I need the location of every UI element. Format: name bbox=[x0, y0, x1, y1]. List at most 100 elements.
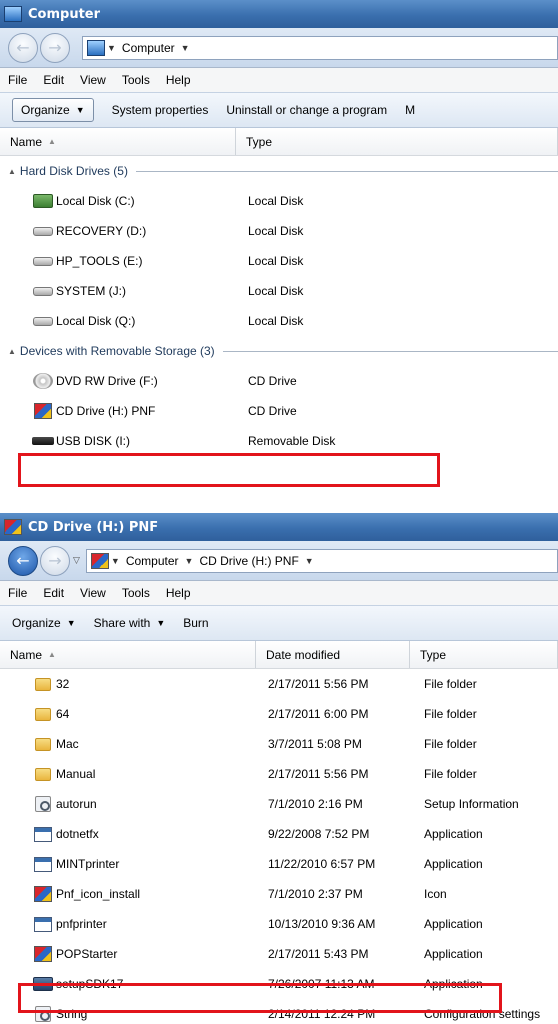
file-row[interactable]: 32 2/17/2011 5:56 PM File folder bbox=[0, 669, 558, 699]
folder-icon bbox=[32, 735, 54, 753]
file-type: Application bbox=[424, 917, 483, 931]
item-name: USB DISK (I:) bbox=[56, 434, 131, 448]
chevron-down-icon: ▼ bbox=[156, 618, 166, 628]
organize-button[interactable]: Organize ▼ bbox=[12, 616, 76, 630]
list-item[interactable]: SYSTEM (J:) Local Disk bbox=[0, 276, 558, 306]
item-type: CD Drive bbox=[248, 374, 297, 388]
file-row[interactable]: setupSDK17 7/26/2007 11:13 AM Application bbox=[0, 969, 558, 999]
item-type: Removable Disk bbox=[248, 434, 336, 448]
menu-bar: File Edit View Tools Help bbox=[0, 68, 558, 92]
column-date-modified[interactable]: Date modified bbox=[256, 641, 410, 668]
item-name: SYSTEM (J:) bbox=[56, 284, 127, 298]
chevron-down-icon[interactable]: ▼ bbox=[303, 556, 316, 566]
file-type: Icon bbox=[424, 887, 447, 901]
column-type[interactable]: Type bbox=[236, 128, 558, 155]
list-item[interactable]: HP_TOOLS (E:) Local Disk bbox=[0, 246, 558, 276]
chevron-down-icon[interactable]: ▼ bbox=[105, 43, 118, 53]
menu-edit[interactable]: Edit bbox=[43, 73, 64, 87]
forward-button[interactable]: → bbox=[40, 545, 70, 576]
list-item[interactable]: DVD RW Drive (F:) CD Drive bbox=[0, 366, 558, 396]
more-commands-button[interactable]: M bbox=[405, 103, 415, 117]
list-item[interactable]: USB DISK (I:) Removable Disk bbox=[0, 426, 558, 456]
recent-pages-icon[interactable]: ▽ bbox=[73, 556, 80, 566]
pnf-icon bbox=[32, 885, 54, 903]
file-row[interactable]: String 2/14/2011 12:24 PM Configuration se… bbox=[0, 999, 558, 1024]
file-type: Application bbox=[424, 857, 483, 871]
file-name: setupSDK17 bbox=[56, 977, 124, 991]
organize-button[interactable]: Organize ▼ bbox=[12, 98, 94, 122]
item-name: Local Disk (C:) bbox=[56, 194, 135, 208]
file-row[interactable]: Mac 3/7/2011 5:08 PM File folder bbox=[0, 729, 558, 759]
chevron-down-icon[interactable]: ▼ bbox=[109, 556, 122, 566]
file-row-popstarter[interactable]: POPStarter 2/17/2011 5:43 PM Application bbox=[0, 939, 558, 969]
file-name: Manual bbox=[56, 767, 96, 781]
sdk-icon bbox=[32, 975, 54, 993]
list-item[interactable]: Local Disk (Q:) Local Disk bbox=[0, 306, 558, 336]
menu-edit[interactable]: Edit bbox=[43, 586, 64, 600]
menu-view[interactable]: View bbox=[80, 586, 106, 600]
file-name: Pnf_icon_install bbox=[56, 887, 141, 901]
item-name: HP_TOOLS (E:) bbox=[56, 254, 143, 268]
application-icon bbox=[32, 825, 54, 843]
file-row[interactable]: pnfprinter 10/13/2010 9:36 AM Application bbox=[0, 909, 558, 939]
list-item-cd-drive-pnf[interactable]: CD Drive (H:) PNF CD Drive bbox=[0, 396, 558, 426]
item-type: Local Disk bbox=[248, 254, 304, 268]
file-date: 7/1/2010 2:37 PM bbox=[268, 887, 363, 901]
burn-button[interactable]: Burn bbox=[183, 616, 208, 630]
list-item[interactable]: RECOVERY (D:) Local Disk bbox=[0, 216, 558, 246]
file-row[interactable]: autorun 7/1/2010 2:16 PM Setup Information bbox=[0, 789, 558, 819]
file-date: 10/13/2010 9:36 AM bbox=[268, 917, 376, 931]
chevron-down-icon[interactable]: ▼ bbox=[183, 556, 196, 566]
group-header-hard-disks[interactable]: ▲ Hard Disk Drives (5) bbox=[0, 156, 558, 186]
divider bbox=[135, 170, 558, 172]
list-item[interactable]: Local Disk (C:) Local Disk bbox=[0, 186, 558, 216]
menu-file[interactable]: File bbox=[8, 73, 27, 87]
group-label: Devices with Removable Storage (3) bbox=[19, 344, 215, 358]
window-title: CD Drive (H:) PNF bbox=[28, 519, 159, 535]
drive-icon bbox=[32, 312, 54, 330]
back-button[interactable]: ← bbox=[8, 545, 38, 576]
sort-arrow-icon: ▲ bbox=[48, 650, 56, 659]
chevron-down-icon: ▼ bbox=[66, 618, 76, 628]
uninstall-program-button[interactable]: Uninstall or change a program bbox=[226, 103, 387, 117]
address-box[interactable]: ▼ Computer ▼ bbox=[82, 35, 558, 60]
breadcrumb-computer[interactable]: Computer bbox=[118, 41, 179, 55]
file-row[interactable]: Manual 2/17/2011 5:56 PM File folder bbox=[0, 759, 558, 789]
menu-file[interactable]: File bbox=[8, 586, 27, 600]
column-name[interactable]: Name ▲ bbox=[0, 128, 236, 155]
file-row[interactable]: dotnetfx 9/22/2008 7:52 PM Application bbox=[0, 819, 558, 849]
menu-help[interactable]: Help bbox=[166, 586, 191, 600]
column-type[interactable]: Type bbox=[410, 641, 558, 668]
sort-arrow-icon: ▲ bbox=[48, 137, 56, 146]
column-name[interactable]: Name ▲ bbox=[0, 641, 256, 668]
chevron-down-icon[interactable]: ▼ bbox=[179, 43, 192, 53]
divider bbox=[222, 350, 558, 352]
file-row[interactable]: Pnf_icon_install 7/1/2010 2:37 PM Icon bbox=[0, 879, 558, 909]
menu-help[interactable]: Help bbox=[166, 73, 191, 87]
menu-tools[interactable]: Tools bbox=[122, 586, 150, 600]
file-list: 32 2/17/2011 5:56 PM File folder 64 2/17/201… bbox=[0, 669, 558, 1024]
column-name-label: Name bbox=[10, 647, 43, 662]
breadcrumb-cd-drive[interactable]: CD Drive (H:) PNF bbox=[195, 554, 302, 568]
file-date: 11/22/2010 6:57 PM bbox=[268, 857, 376, 871]
file-row[interactable]: 64 2/17/2011 6:00 PM File folder bbox=[0, 699, 558, 729]
organize-label: Organize bbox=[12, 616, 61, 630]
file-row[interactable]: MINTprinter 11/22/2010 6:57 PM Application bbox=[0, 849, 558, 879]
item-name: RECOVERY (D:) bbox=[56, 224, 147, 238]
menu-tools[interactable]: Tools bbox=[122, 73, 150, 87]
system-properties-button[interactable]: System properties bbox=[112, 103, 209, 117]
breadcrumb-computer[interactable]: Computer bbox=[122, 554, 183, 568]
share-with-button[interactable]: Share with ▼ bbox=[94, 616, 166, 630]
settings-file-icon bbox=[32, 1005, 54, 1023]
address-bar: ← → ▼ Computer ▼ bbox=[0, 28, 558, 68]
back-button[interactable]: ← bbox=[8, 32, 38, 63]
drive-icon bbox=[32, 252, 54, 270]
file-date: 9/22/2008 7:52 PM bbox=[268, 827, 370, 841]
group-header-removable-storage[interactable]: ▲ Devices with Removable Storage (3) bbox=[0, 336, 558, 366]
file-type: Application bbox=[424, 977, 483, 991]
file-name: MINTprinter bbox=[56, 857, 120, 871]
menu-view[interactable]: View bbox=[80, 73, 106, 87]
address-box[interactable]: ▼ Computer ▼ CD Drive (H:) PNF ▼ bbox=[85, 548, 558, 573]
forward-button[interactable]: → bbox=[40, 32, 70, 63]
highlight-box bbox=[18, 453, 440, 487]
